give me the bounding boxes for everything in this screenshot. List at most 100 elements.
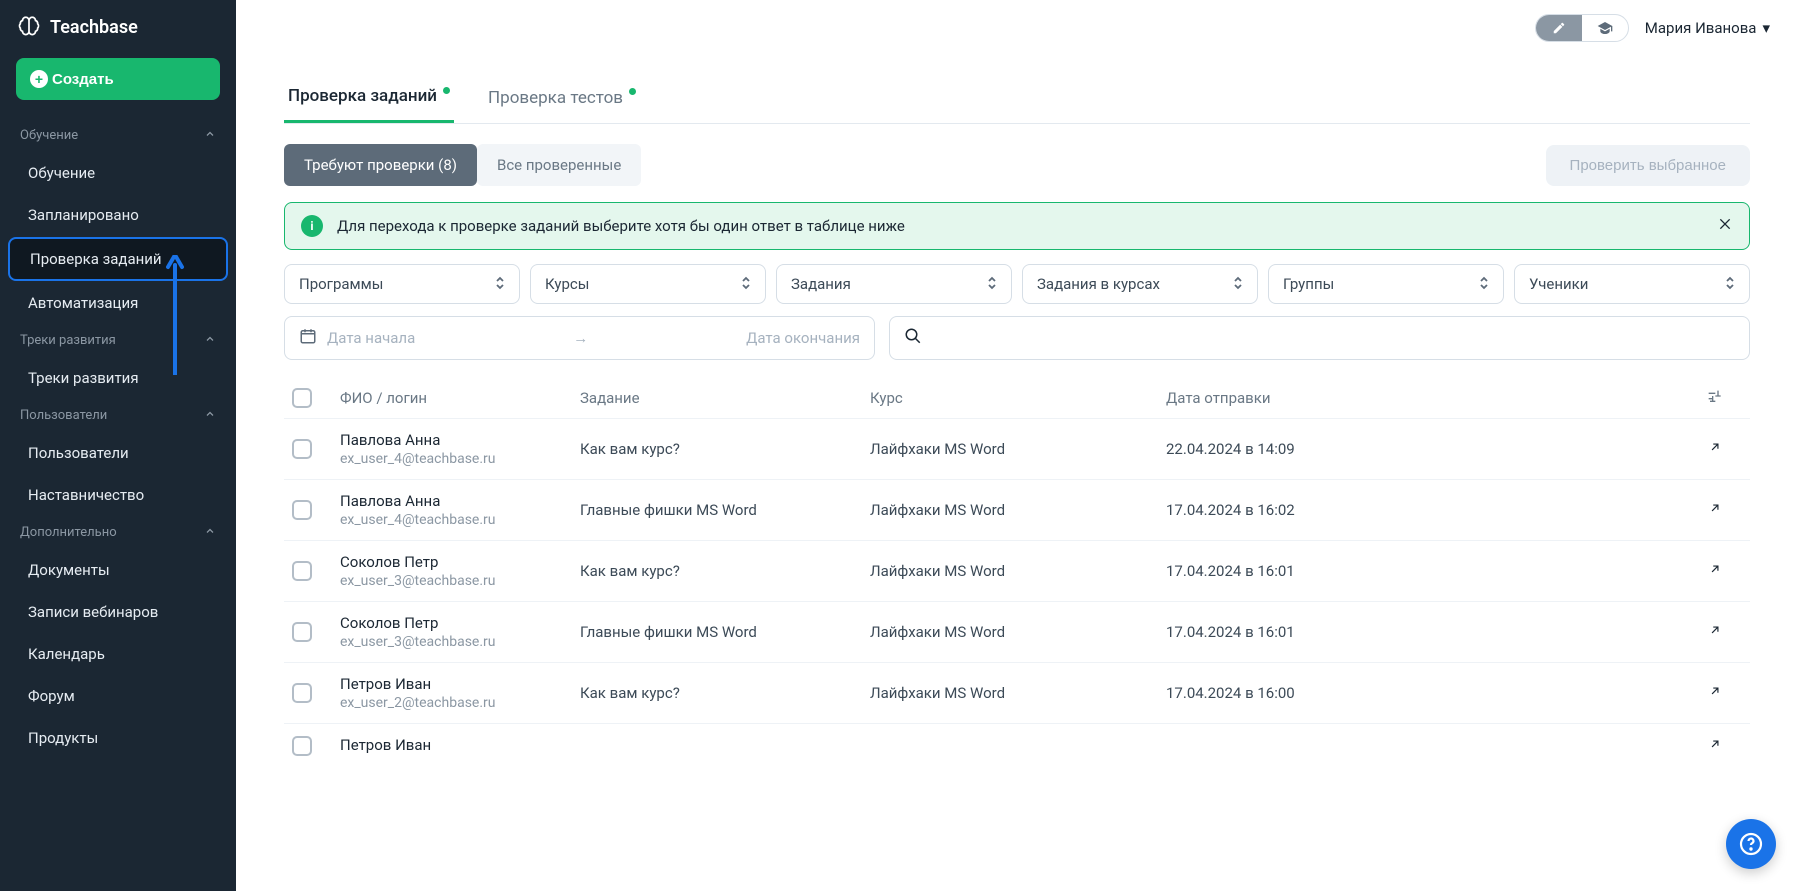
info-banner: i Для перехода к проверке заданий выбери… [284,202,1750,250]
nav-item[interactable]: Записи вебинаров [8,592,228,632]
nav-item[interactable]: Пользователи [8,433,228,473]
chevron-updown-icon [1725,276,1735,293]
header-name: ФИО / логин [340,389,580,407]
row-course: Лайфхаки MS Word [870,440,1166,458]
row-name: Павлова Анна [340,431,580,449]
close-icon[interactable] [1717,216,1733,236]
filter-dropdown[interactable]: Программы [284,264,520,304]
row-checkbox[interactable] [292,561,312,581]
help-fab[interactable] [1726,819,1776,869]
nav-item[interactable]: Наставничество [8,475,228,515]
filter-dropdown[interactable]: Ученики [1514,264,1750,304]
search-icon [904,327,922,349]
header-task: Задание [580,389,870,407]
columns-settings-icon[interactable] [1706,388,1722,408]
row-date: 17.04.2024 в 16:01 [1166,623,1426,641]
mode-toggle[interactable] [1535,14,1629,42]
row-email: ex_user_4@teachbase.ru [340,451,580,467]
info-text: Для перехода к проверке заданий выберите… [337,217,1703,235]
open-arrow-icon[interactable] [1708,562,1722,580]
check-selected-button[interactable]: Проверить выбранное [1546,145,1750,186]
nav-item[interactable]: Форум [8,676,228,716]
status-pills: Требуют проверки (8)Все проверенные [284,144,641,186]
row-date: 17.04.2024 в 16:00 [1166,684,1426,702]
row-checkbox[interactable] [292,622,312,642]
filter-dropdown[interactable]: Группы [1268,264,1504,304]
row-checkbox[interactable] [292,683,312,703]
date-end-placeholder: Дата окончания [746,329,860,347]
tab[interactable]: Проверка тестов [484,76,640,123]
open-arrow-icon[interactable] [1708,623,1722,641]
tab-label: Проверка тестов [488,88,623,108]
filter-dropdowns: Программы Курсы Задания Задания в курсах Гру… [284,264,1750,304]
header-course: Курс [870,389,1166,407]
select-all-checkbox[interactable] [292,388,312,408]
view-mode-segment[interactable] [1582,15,1628,41]
chevron-updown-icon [1479,276,1489,293]
nav-item[interactable]: Документы [8,550,228,590]
row-task: Главные фишки MS Word [580,501,870,519]
filter-dropdown[interactable]: Курсы [530,264,766,304]
row-course: Лайфхаки MS Word [870,623,1166,641]
date-start-placeholder: Дата начала [327,329,415,347]
table-row: Павлова Анна ex_user_4@teachbase.ru Глав… [284,479,1750,540]
notification-dot [443,87,450,94]
chevron-updown-icon [987,276,997,293]
pencil-icon [1552,21,1566,35]
open-arrow-icon[interactable] [1708,440,1722,458]
nav-section-header[interactable]: Дополнительно [0,517,236,548]
nav-section-header[interactable]: Треки развития [0,325,236,356]
nav-section-header[interactable]: Пользователи [0,400,236,431]
status-pill[interactable]: Требуют проверки (8) [284,144,477,186]
row-task: Как вам курс? [580,684,870,702]
create-button[interactable]: + Создать [16,58,220,100]
nav-item[interactable]: Обучение [8,153,228,193]
brain-icon [16,14,42,40]
row-checkbox[interactable] [292,736,312,756]
row-course: Лайфхаки MS Word [870,501,1166,519]
edit-mode-segment[interactable] [1536,15,1582,41]
row-name: Павлова Анна [340,492,580,510]
submissions-table: ФИО / логин Задание Курс Дата отправки П… [284,378,1750,768]
open-arrow-icon[interactable] [1708,737,1722,755]
nav-item[interactable]: Проверка заданий [8,237,228,281]
tab-label: Проверка заданий [288,86,437,106]
main-content: Мария Иванова ▾ Проверка заданий Проверка… [236,0,1798,891]
row-email: ex_user_4@teachbase.ru [340,512,580,528]
nav-section-header[interactable]: Обучение [0,120,236,151]
dropdown-label: Задания в курсах [1037,275,1160,293]
nav-section-label: Треки развития [20,333,116,348]
dropdown-label: Курсы [545,275,589,293]
arrow-icon: → [533,329,628,347]
dropdown-label: Группы [1283,275,1334,293]
user-name: Мария Иванова [1645,19,1757,37]
chevron-updown-icon [1233,276,1243,293]
notification-dot [629,88,636,95]
tab[interactable]: Проверка заданий [284,76,454,123]
nav-item[interactable]: Треки развития [8,358,228,398]
brand-logo[interactable]: Teachbase [0,14,236,58]
status-pill[interactable]: Все проверенные [477,144,641,186]
nav-item[interactable]: Календарь [8,634,228,674]
user-menu[interactable]: Мария Иванова ▾ [1645,19,1770,37]
brand-name: Teachbase [50,17,138,38]
nav-item[interactable]: Запланировано [8,195,228,235]
table-header: ФИО / логин Задание Курс Дата отправки [284,378,1750,418]
open-arrow-icon[interactable] [1708,501,1722,519]
chevron-up-icon [204,408,216,423]
open-arrow-icon[interactable] [1708,684,1722,702]
table-row: Павлова Анна ex_user_4@teachbase.ru Как … [284,418,1750,479]
row-email: ex_user_3@teachbase.ru [340,634,580,650]
row-task: Как вам курс? [580,440,870,458]
filter-dropdown[interactable]: Задания [776,264,1012,304]
nav-section-label: Обучение [20,128,78,143]
date-range-picker[interactable]: Дата начала → Дата окончания [284,316,875,360]
row-task: Главные фишки MS Word [580,623,870,641]
nav-item[interactable]: Автоматизация [8,283,228,323]
search-input[interactable] [932,330,1735,347]
search-box[interactable] [889,316,1750,360]
filter-dropdown[interactable]: Задания в курсах [1022,264,1258,304]
row-checkbox[interactable] [292,439,312,459]
nav-item[interactable]: Продукты [8,718,228,758]
row-checkbox[interactable] [292,500,312,520]
